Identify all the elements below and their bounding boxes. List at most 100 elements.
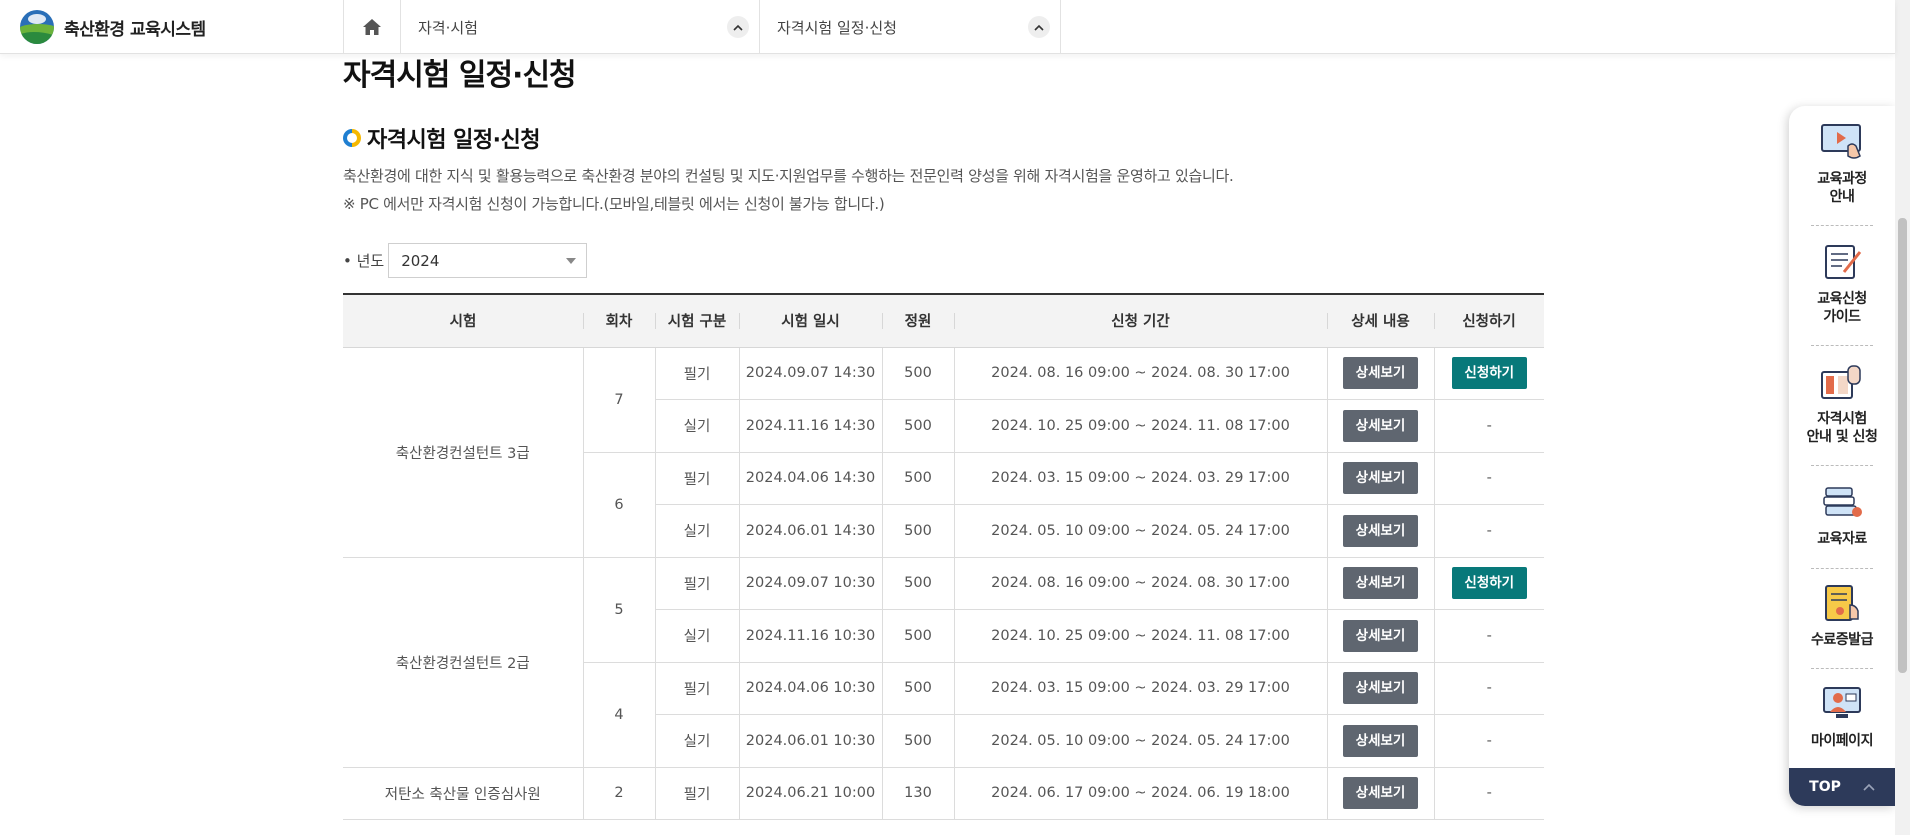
- capacity-cell: 500: [881, 504, 954, 558]
- detail-button[interactable]: 상세보기: [1343, 672, 1418, 705]
- apply-cell: -: [1433, 609, 1544, 663]
- type-cell: 필기: [654, 347, 739, 400]
- year-label: • 년도: [343, 252, 385, 270]
- exam-name-cell: 축산환경컨설턴트 3급: [343, 347, 583, 558]
- year-select-value: 2024: [401, 251, 440, 270]
- table-header-row: 시험 회차 시험 구분 시험 일시 정원 신청 기간 상세 내용 신청하기: [343, 293, 1544, 348]
- chevron-up-icon: [727, 16, 749, 38]
- quick-item-mypage[interactable]: 마이페이지: [1799, 684, 1885, 750]
- capacity-cell: 500: [881, 714, 954, 768]
- logo-text: 축산환경 교육시스템: [64, 19, 206, 40]
- quick-item-certificate[interactable]: 수료증발급: [1799, 583, 1885, 649]
- quick-item-label: 교육과정: [1817, 171, 1867, 187]
- detail-cell: 상세보기: [1326, 714, 1434, 768]
- datetime-cell: 2024.04.06 10:30: [738, 662, 882, 715]
- column-header-apply: 신청하기: [1434, 293, 1544, 348]
- apply-button[interactable]: 신청하기: [1451, 357, 1527, 390]
- detail-cell: 상세보기: [1326, 609, 1434, 663]
- period-cell: 2024. 03. 15 09:00 ~ 2024. 03. 29 17:00: [953, 452, 1327, 505]
- top-button[interactable]: TOP: [1789, 768, 1895, 806]
- caret-down-icon: [566, 257, 577, 264]
- table-row: 축산환경컨설턴트 2급 5 필기 2024.09.07 10:30 500 20…: [343, 557, 1544, 768]
- exam-schedule-table: 시험 회차 시험 구분 시험 일시 정원 신청 기간 상세 내용 신청하기 축산…: [343, 293, 1544, 820]
- year-select[interactable]: 2024: [388, 243, 588, 278]
- detail-cell: 상세보기: [1326, 767, 1434, 820]
- apply-cell: -: [1433, 662, 1544, 715]
- detail-cell: 상세보기: [1326, 399, 1434, 453]
- top-button-label: TOP: [1809, 779, 1841, 795]
- detail-button[interactable]: 상세보기: [1343, 724, 1418, 757]
- datetime-cell: 2024.11.16 14:30: [738, 399, 882, 453]
- period-cell: 2024. 05. 10 09:00 ~ 2024. 05. 24 17:00: [953, 504, 1327, 558]
- exam-icon: [1821, 365, 1861, 399]
- detail-button[interactable]: 상세보기: [1343, 357, 1418, 390]
- period-cell: 2024. 08. 16 09:00 ~ 2024. 08. 30 17:00: [953, 347, 1327, 400]
- column-header-period: 신청 기간: [954, 293, 1327, 348]
- datetime-cell: 2024.06.01 14:30: [738, 504, 882, 558]
- divider: [1811, 225, 1873, 226]
- section-title: 자격시험 일정·신청: [343, 122, 540, 154]
- capacity-cell: 500: [881, 347, 954, 400]
- round-cell: 5: [582, 557, 655, 663]
- nav-category-dropdown[interactable]: 자격·시험: [401, 0, 760, 54]
- type-cell: 필기: [654, 557, 739, 610]
- scrollbar-thumb[interactable]: [1898, 218, 1907, 673]
- datetime-cell: 2024.09.07 10:30: [738, 557, 882, 610]
- round-cell: 4: [582, 662, 655, 768]
- nav-page-dropdown[interactable]: 자격시험 일정·신청: [760, 0, 1061, 54]
- section-title-text: 자격시험 일정·신청: [367, 128, 540, 153]
- type-cell: 필기: [654, 452, 739, 505]
- capacity-cell: 500: [881, 609, 954, 663]
- round-cell: 7: [582, 347, 655, 453]
- quick-menu: 교육과정 안내 교육신청 가이드 자격시험 안내 및 신청 교육자료 수료증발급…: [1789, 106, 1895, 806]
- detail-button[interactable]: 상세보기: [1343, 462, 1418, 495]
- home-button[interactable]: [343, 0, 401, 54]
- quick-item-materials[interactable]: 교육자료: [1799, 482, 1885, 548]
- detail-button[interactable]: 상세보기: [1343, 409, 1418, 442]
- exam-name-cell: 축산환경컨설턴트 2급: [343, 557, 583, 768]
- round-cell: 2: [582, 767, 655, 820]
- detail-cell: 상세보기: [1326, 504, 1434, 558]
- detail-button[interactable]: 상세보기: [1343, 777, 1418, 810]
- divider: [1811, 465, 1873, 466]
- chevron-up-icon: [1863, 783, 1875, 791]
- type-cell: 필기: [654, 662, 739, 715]
- period-cell: 2024. 10. 25 09:00 ~ 2024. 11. 08 17:00: [953, 399, 1327, 453]
- application-guide-icon: [1825, 245, 1862, 279]
- quick-item-label: 마이페이지: [1811, 733, 1873, 749]
- datetime-cell: 2024.09.07 14:30: [738, 347, 882, 400]
- type-cell: 실기: [654, 609, 739, 663]
- quick-item-label: 교육자료: [1817, 531, 1867, 547]
- quick-item-course-guide[interactable]: 교육과정 안내: [1799, 122, 1885, 206]
- capacity-cell: 130: [881, 767, 954, 820]
- detail-cell: 상세보기: [1326, 452, 1434, 505]
- capacity-cell: 500: [881, 662, 954, 715]
- apply-cell: 신청하기: [1433, 557, 1544, 610]
- apply-cell: -: [1433, 399, 1544, 453]
- apply-cell: -: [1433, 504, 1544, 558]
- description-text: 축산환경에 대한 지식 및 활용능력으로 축산환경 분야의 컨설팅 및 지도·지…: [343, 167, 1234, 185]
- mypage-icon: [1823, 687, 1861, 718]
- type-cell: 실기: [654, 399, 739, 453]
- type-cell: 실기: [654, 504, 739, 558]
- detail-button[interactable]: 상세보기: [1343, 619, 1418, 652]
- capacity-cell: 500: [881, 399, 954, 453]
- detail-button[interactable]: 상세보기: [1343, 514, 1418, 547]
- apply-button[interactable]: 신청하기: [1451, 567, 1527, 600]
- quick-item-label: 수료증발급: [1811, 632, 1873, 648]
- quick-item-exam[interactable]: 자격시험 안내 및 신청: [1799, 362, 1885, 446]
- capacity-cell: 500: [881, 452, 954, 505]
- column-header-exam: 시험: [343, 293, 583, 348]
- type-cell: 필기: [654, 767, 739, 820]
- quick-item-application-guide[interactable]: 교육신청 가이드: [1799, 242, 1885, 326]
- apply-cell: -: [1433, 767, 1544, 820]
- quick-item-sublabel: 안내: [1829, 189, 1855, 205]
- materials-icon: [1823, 487, 1862, 517]
- divider: [1811, 345, 1873, 346]
- certificate-icon: [1825, 585, 1859, 621]
- datetime-cell: 2024.06.21 10:00: [738, 767, 882, 820]
- detail-button[interactable]: 상세보기: [1343, 567, 1418, 600]
- site-logo[interactable]: 축산환경 교육시스템: [20, 10, 206, 44]
- type-cell: 실기: [654, 714, 739, 768]
- period-cell: 2024. 05. 10 09:00 ~ 2024. 05. 24 17:00: [953, 714, 1327, 768]
